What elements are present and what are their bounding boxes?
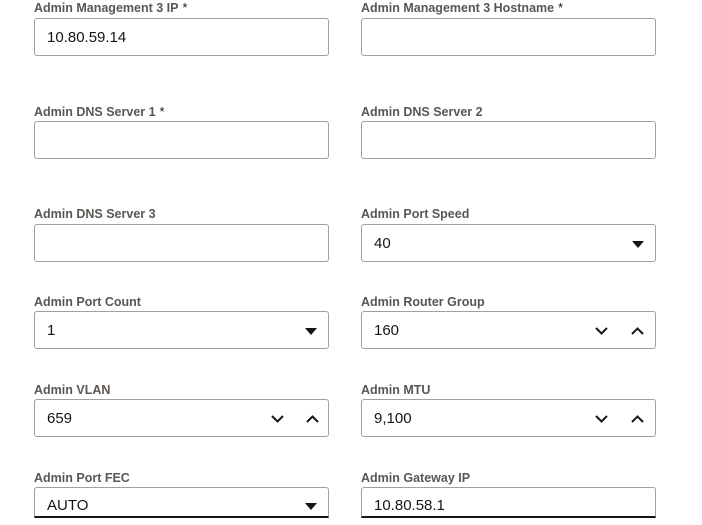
admin-port-speed-label: Admin Port Speed — [361, 206, 469, 222]
required-marker: * — [182, 1, 188, 15]
admin-dns3-label-text: Admin DNS Server 3 — [34, 207, 156, 221]
admin-port-speed-label-text: Admin Port Speed — [361, 207, 470, 221]
admin-port-speed-select[interactable]: 40 — [361, 224, 656, 262]
admin-mtu-stepper[interactable]: 9,100 — [361, 399, 656, 437]
admin-mgmt3-ip-label-text: Admin Management 3 IP — [34, 1, 179, 15]
admin-dns3-label: Admin DNS Server 3 — [34, 206, 156, 222]
admin-dns2-input[interactable] — [361, 121, 656, 159]
admin-dns1-input[interactable] — [34, 121, 329, 159]
admin-port-count-label-text: Admin Port Count — [34, 295, 141, 309]
required-marker: * — [159, 105, 165, 119]
admin-dns3-input[interactable] — [34, 224, 329, 262]
admin-router-group-label-text: Admin Router Group — [361, 295, 485, 309]
admin-mgmt3-hostname-label-text: Admin Management 3 Hostname — [361, 1, 555, 15]
admin-mtu-label: Admin MTU — [361, 382, 430, 398]
admin-mgmt3-hostname-label: Admin Management 3 Hostname * — [361, 0, 563, 16]
admin-dns1-label-text: Admin DNS Server 1 — [34, 105, 156, 119]
chevron-down-icon[interactable] — [626, 232, 650, 256]
admin-mtu-label-text: Admin MTU — [361, 383, 431, 397]
admin-mgmt3-ip-input[interactable]: 10.80.59.14 — [34, 18, 329, 56]
admin-port-fec-label-text: Admin Port FEC — [34, 471, 130, 485]
admin-mtu-value: 9,100 — [374, 410, 412, 427]
admin-dns1-label: Admin DNS Server 1 * — [34, 104, 164, 120]
increment-chevron-up-icon[interactable] — [625, 407, 649, 431]
decrement-chevron-down-icon[interactable] — [265, 407, 289, 431]
admin-router-group-stepper[interactable]: 160 — [361, 311, 656, 349]
admin-gateway-ip-value: 10.80.58.1 — [374, 497, 445, 514]
admin-port-fec-select[interactable]: AUTO — [34, 487, 329, 518]
admin-vlan-stepper[interactable]: 659 — [34, 399, 329, 437]
admin-vlan-label-text: Admin VLAN — [34, 383, 111, 397]
admin-port-speed-value: 40 — [374, 235, 391, 252]
decrement-chevron-down-icon[interactable] — [589, 407, 613, 431]
admin-mgmt3-ip-value: 10.80.59.14 — [47, 29, 127, 46]
admin-port-count-label: Admin Port Count — [34, 294, 141, 310]
admin-dns2-label-text: Admin DNS Server 2 — [361, 105, 483, 119]
admin-gateway-ip-label: Admin Gateway IP — [361, 470, 470, 486]
required-marker: * — [558, 1, 563, 15]
admin-port-fec-label: Admin Port FEC — [34, 470, 130, 486]
admin-mgmt3-ip-label: Admin Management 3 IP * — [34, 0, 187, 16]
admin-dns2-label: Admin DNS Server 2 — [361, 104, 483, 120]
decrement-chevron-down-icon[interactable] — [589, 319, 613, 343]
admin-vlan-label: Admin VLAN — [34, 382, 110, 398]
admin-vlan-value: 659 — [47, 410, 73, 427]
admin-gateway-ip-input[interactable]: 10.80.58.1 — [361, 487, 656, 518]
admin-port-fec-value: AUTO — [47, 497, 89, 514]
admin-router-group-label: Admin Router Group — [361, 294, 485, 310]
chevron-down-icon[interactable] — [299, 494, 323, 518]
chevron-down-icon[interactable] — [299, 319, 323, 343]
increment-chevron-up-icon[interactable] — [300, 407, 324, 431]
increment-chevron-up-icon[interactable] — [625, 319, 649, 343]
admin-gateway-ip-label-text: Admin Gateway IP — [361, 471, 471, 485]
admin-mgmt3-hostname-input[interactable] — [361, 18, 656, 56]
admin-port-count-value: 1 — [47, 322, 56, 339]
admin-router-group-value: 160 — [374, 322, 400, 339]
admin-port-count-select[interactable]: 1 — [34, 311, 329, 349]
